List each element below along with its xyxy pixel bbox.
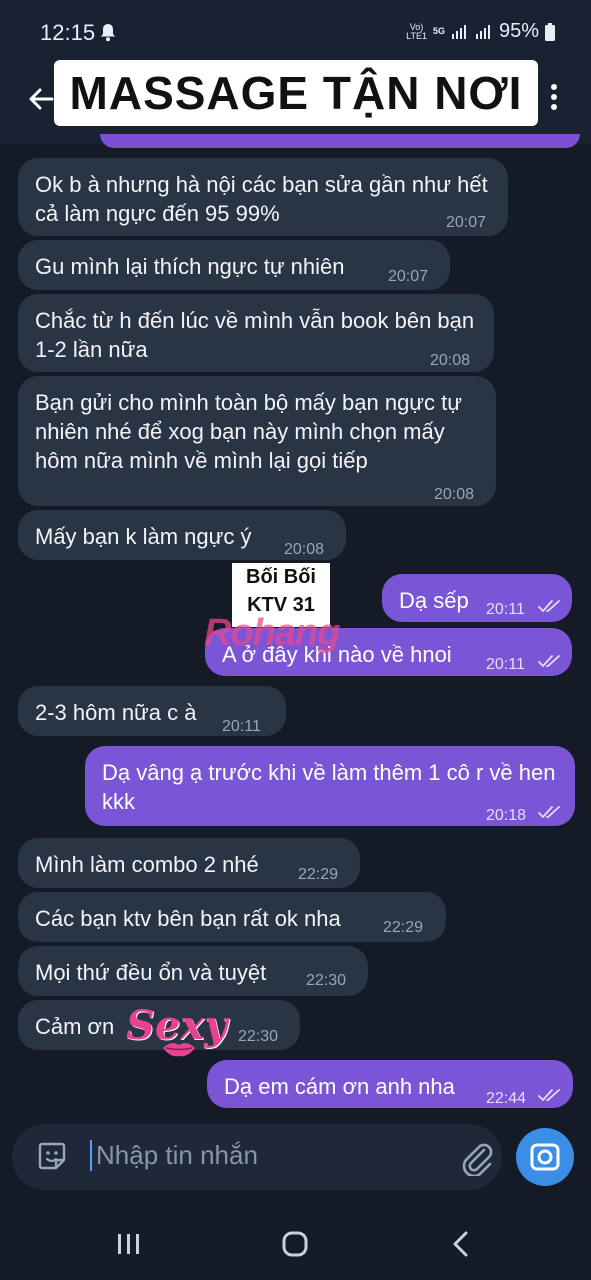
signal-icon <box>451 24 466 39</box>
message-time: 22:30 <box>238 1028 279 1045</box>
camera-icon <box>530 1143 560 1171</box>
message-time: 20:18 <box>486 807 527 824</box>
message-bubble-incoming[interactable]: Ok b à nhưng hà nội các bạn sửa gần như … <box>18 158 508 236</box>
recents-icon[interactable] <box>116 1232 142 1256</box>
message-time: 20:08 <box>284 541 325 558</box>
message-bubble-incoming[interactable]: Bạn gửi cho mình toàn bộ mấy bạn ngực tự… <box>18 376 496 506</box>
message-bubble-incoming[interactable]: Mình làm combo 2 nhé 22:29 <box>18 838 360 888</box>
message-bubble-incoming[interactable]: 2-3 hôm nữa c à 20:11 <box>18 686 286 736</box>
watermark: Rohang <box>204 612 340 654</box>
message-time: 20:11 <box>486 601 525 618</box>
read-receipt-icon <box>538 806 560 819</box>
message-bubble-outgoing[interactable]: Dạ vâng ạ trước khi về làm thêm 1 cô r v… <box>85 746 575 826</box>
message-text: Ok b à nhưng hà nội các bạn sửa gần như … <box>35 172 488 226</box>
message-bubble-outgoing[interactable]: Dạ em cám ơn anh nha 22:44 <box>207 1060 573 1108</box>
message-time: 20:07 <box>388 268 429 285</box>
message-time: 20:11 <box>222 718 261 735</box>
paperclip-icon[interactable] <box>460 1140 494 1176</box>
message-bubble-incoming[interactable]: Chắc từ h đến lúc về mình vẫn book bên b… <box>18 294 494 372</box>
status-indicators: Vo) LTE1 5G 95% <box>406 20 555 43</box>
message-time: 22:29 <box>298 866 339 883</box>
volte-indicator: Vo) LTE1 <box>406 21 427 41</box>
message-bubble-outgoing[interactable]: Dạ sếp 20:11 <box>382 574 572 622</box>
message-bubble-incoming[interactable]: Mấy bạn k làm ngực ý 20:08 <box>18 510 346 560</box>
message-time: 20:11 <box>486 656 525 673</box>
kebab-menu-icon[interactable] <box>548 82 560 112</box>
bell-icon <box>101 24 115 42</box>
message-bubble-incoming[interactable]: Mọi thứ đều ổn và tuyệt 22:30 <box>18 946 368 996</box>
lips-icon <box>163 1043 195 1057</box>
message-time: 20:08 <box>434 486 475 503</box>
message-time: 20:07 <box>446 214 487 231</box>
message-time: 22:29 <box>383 919 424 936</box>
read-receipt-icon <box>538 655 560 668</box>
message-bubble-incoming[interactable]: Gu mình lại thích ngực tự nhiên 20:07 <box>18 240 450 290</box>
message-text: Gu mình lại thích ngực tự nhiên <box>35 254 345 279</box>
system-nav-bar <box>0 1200 591 1280</box>
signal-icon-2 <box>475 24 490 39</box>
message-bubble-outgoing <box>100 134 580 148</box>
camera-button[interactable] <box>516 1128 574 1186</box>
message-bubble-incoming[interactable]: Các bạn ktv bên bạn rất ok nha 22:29 <box>18 892 446 942</box>
message-text: Các bạn ktv bên bạn rất ok nha <box>35 906 341 931</box>
battery-percent: 95% <box>498 20 539 42</box>
read-receipt-icon <box>538 1089 560 1102</box>
arrow-left-icon[interactable] <box>26 84 56 114</box>
nav-back-icon[interactable] <box>451 1230 471 1258</box>
page-title: MASSAGE TẬN NƠI <box>54 60 538 126</box>
message-time: 22:30 <box>306 972 347 989</box>
message-text: Mọi thứ đều ổn và tuyệt <box>35 960 267 985</box>
battery-icon <box>545 22 555 41</box>
message-text: Chắc từ h đến lúc về mình vẫn book bên b… <box>35 308 475 362</box>
read-receipt-icon <box>538 600 560 613</box>
message-time: 20:08 <box>430 352 471 369</box>
message-time: 22:44 <box>486 1090 527 1107</box>
status-time: 12:15 <box>40 20 96 45</box>
home-icon[interactable] <box>281 1230 309 1258</box>
sticker-icon[interactable] <box>36 1140 68 1172</box>
message-text: Dạ sếp <box>399 588 469 613</box>
5g-indicator: 5G <box>432 26 445 36</box>
message-input[interactable]: Nhập tin nhắn <box>90 1140 258 1171</box>
status-bar: 12:15 Vo) LTE1 5G 95% <box>0 0 591 64</box>
message-text: Bạn gửi cho mình toàn bộ mấy bạn ngực tự… <box>35 390 462 473</box>
